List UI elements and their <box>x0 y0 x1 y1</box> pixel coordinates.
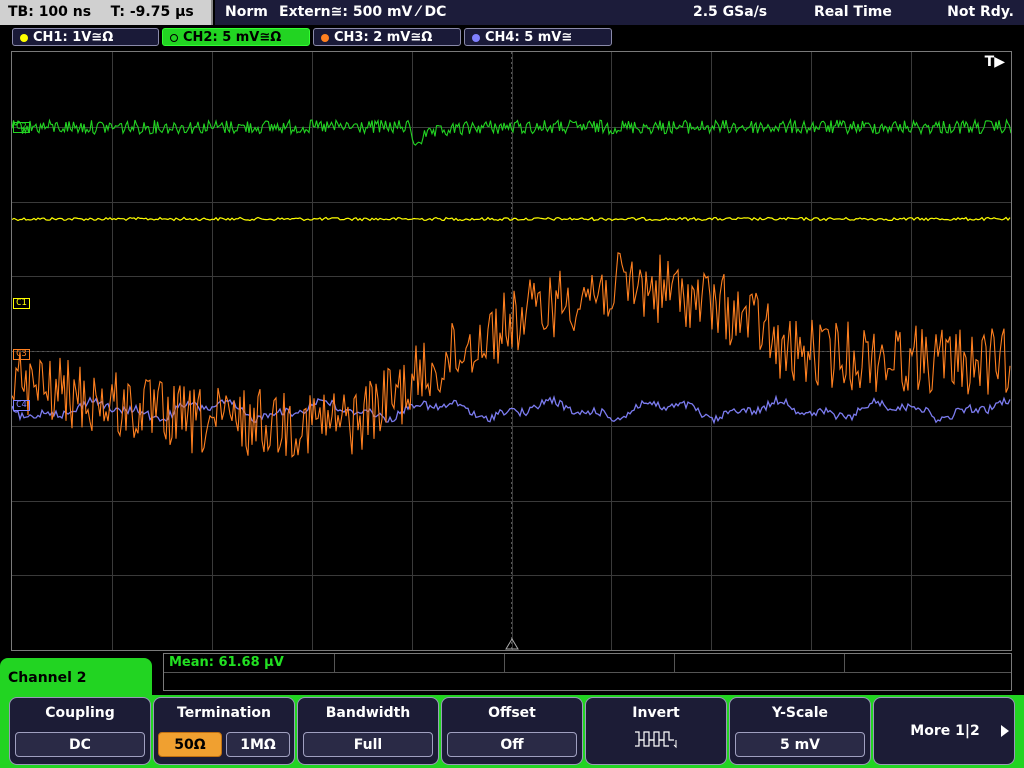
waveform-display[interactable]: T▶ C1 C3 C2 C4 <box>11 51 1012 651</box>
waveform-canvas <box>12 52 1011 650</box>
channel-4-offset-marker[interactable]: C4 <box>13 400 30 411</box>
channel-1-tab[interactable]: CH1: 1V≅Ω <box>12 28 159 46</box>
invert-softkey[interactable]: Invert <box>585 697 727 765</box>
channel-3-label: CH3: 2 mV≅Ω <box>334 30 433 45</box>
termination-title: Termination <box>177 705 271 721</box>
offset-value-button[interactable]: Off <box>447 732 577 757</box>
channel-4-label: CH4: 5 mV≅ <box>485 30 573 45</box>
channel-3-color-dot-icon <box>321 34 329 42</box>
trigger-time-value: T: -9.75 µs <box>110 4 194 20</box>
coupling-title: Coupling <box>45 705 115 721</box>
channel-3-marker-text: C3 <box>16 349 27 359</box>
measurement-mean-value[interactable]: Mean: 61.68 µV <box>169 655 284 670</box>
measurement-cell <box>334 654 505 672</box>
y-scale-value-button[interactable]: 5 mV <box>735 732 865 757</box>
coupling-value-button[interactable]: DC <box>15 732 145 757</box>
graticule <box>12 52 1011 650</box>
invert-title: Invert <box>632 705 680 721</box>
timebase-value: TB: 100 ns <box>8 4 92 20</box>
channel-2-label: CH2: 5 mV≅Ω <box>183 30 282 45</box>
timebase-box[interactable]: TB: 100 ns T: -9.75 µs <box>0 0 213 25</box>
acquisition-mode: Real Time <box>814 4 892 20</box>
channel-4-marker-text: C4 <box>16 400 27 410</box>
channel-1-offset-marker[interactable]: C1 <box>13 298 30 309</box>
measurement-strip: Mean: 61.68 µV <box>163 653 1012 691</box>
channel-2-marker-text: C2 <box>16 122 27 132</box>
bandwidth-title: Bandwidth <box>325 705 411 721</box>
menu-title-tab: Channel 2 <box>0 658 152 698</box>
channel-1-color-dot-icon <box>20 34 28 42</box>
channel-4-color-dot-icon <box>472 34 480 42</box>
channel-1-label: CH1: 1V≅Ω <box>33 30 114 45</box>
channel-3-offset-marker[interactable]: C3 <box>13 349 30 360</box>
channel-2-tab[interactable]: CH2: 5 mV≅Ω <box>162 28 310 46</box>
offset-softkey[interactable]: Offset Off <box>441 697 583 765</box>
termination-softkey[interactable]: Termination 50Ω 1MΩ <box>153 697 295 765</box>
termination-50-ohm-button[interactable]: 50Ω <box>158 732 222 757</box>
arrow-right-icon <box>1001 725 1009 737</box>
acquisition-status[interactable]: Norm Extern≅: 500 mV ⁄ DC 2.5 GSa/s Real… <box>215 0 1024 25</box>
acquisition-state: Not Rdy. <box>947 4 1014 20</box>
y-scale-softkey[interactable]: Y-Scale 5 mV <box>729 697 871 765</box>
channel-4-tab[interactable]: CH4: 5 mV≅ <box>464 28 612 46</box>
bandwidth-softkey[interactable]: Bandwidth Full <box>297 697 439 765</box>
trigger-position-marker[interactable]: T▶ <box>985 54 1005 70</box>
more-softkey[interactable]: More 1|2 <box>873 697 1015 765</box>
coupling-softkey[interactable]: Coupling DC <box>9 697 151 765</box>
channel-3-tab[interactable]: CH3: 2 mV≅Ω <box>313 28 461 46</box>
bandwidth-value-button[interactable]: Full <box>303 732 433 757</box>
measurement-cell <box>844 654 1011 672</box>
offset-title: Offset <box>488 705 536 721</box>
channel-2-offset-marker[interactable]: C2 <box>13 122 30 133</box>
trigger-mode: Norm <box>225 4 268 20</box>
more-label: More 1|2 <box>910 723 980 739</box>
measurement-cell <box>504 654 675 672</box>
status-bar: TB: 100 ns T: -9.75 µs Norm Extern≅: 500… <box>0 0 1024 25</box>
measurement-divider <box>164 672 1011 673</box>
y-scale-title: Y-Scale <box>771 705 828 721</box>
channel-2-color-dot-icon <box>170 34 178 42</box>
measurement-cell <box>674 654 845 672</box>
channel-1-marker-text: C1 <box>16 298 27 308</box>
sample-rate: 2.5 GSa/s <box>693 4 768 20</box>
trigger-source: Extern≅: 500 mV ⁄ DC <box>279 4 447 20</box>
invert-square-wave-icon <box>635 731 677 749</box>
termination-1m-ohm-button[interactable]: 1MΩ <box>226 732 290 757</box>
